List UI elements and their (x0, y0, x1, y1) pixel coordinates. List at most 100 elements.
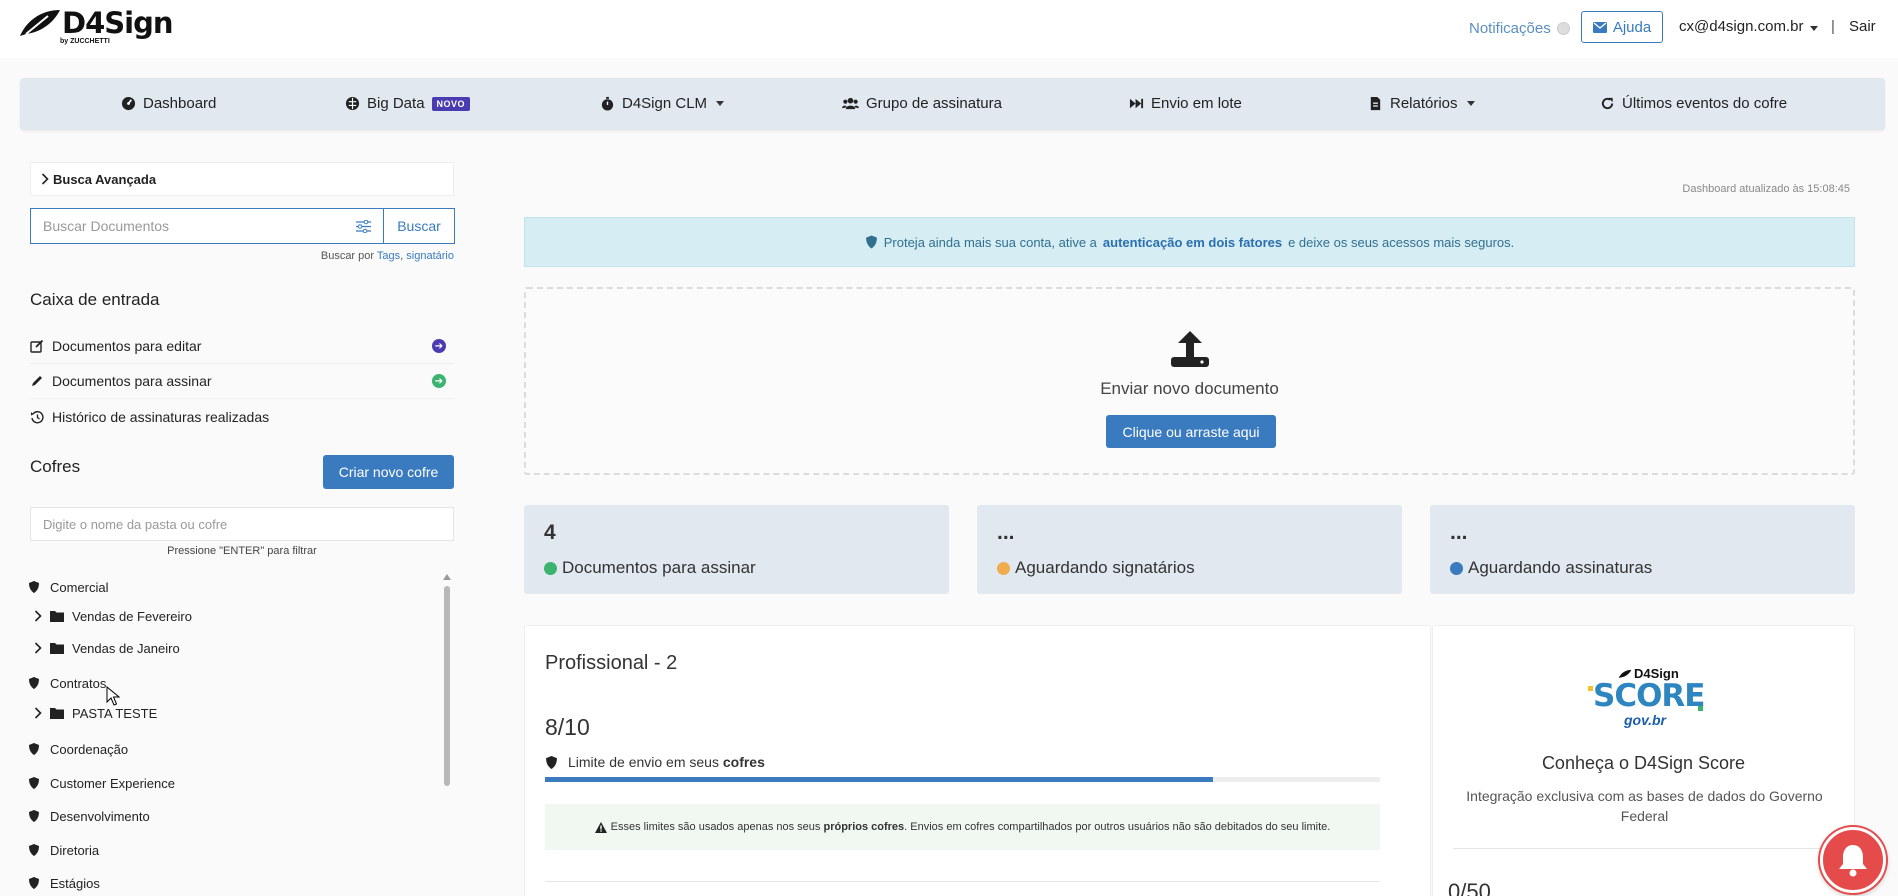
nav-batch-send[interactable]: Envio em lote (1129, 95, 1242, 112)
inbox-item-history[interactable]: Histórico de assinaturas realizadas (30, 399, 454, 434)
score-divider (1453, 848, 1836, 849)
vault-filter-hint: Pressione "ENTER" para filtrar (167, 545, 317, 557)
folder-item-vendas-janeiro[interactable]: Vendas de Janeiro (28, 633, 438, 663)
sliders-icon[interactable] (356, 219, 371, 233)
stat-value: 4 (544, 521, 556, 544)
folder-icon (50, 643, 64, 654)
plan-limit-prefix: Limite de envio em seus (568, 754, 719, 770)
nav-big-data[interactable]: Big Data NOVO (345, 95, 471, 112)
nav-reports[interactable]: Relatórios (1368, 95, 1475, 112)
vault-label: Desenvolvimento (50, 808, 150, 824)
header-separator: | (1831, 18, 1835, 35)
user-menu[interactable]: cx@d4sign.com.br (1679, 18, 1818, 35)
inbox-item-sign[interactable]: Documentos para assinar ➔ (30, 364, 454, 399)
document-search: Buscar Documentos Buscar (30, 208, 455, 244)
nav-dashboard-label: Dashboard (143, 95, 217, 112)
vault-item-contratos[interactable]: Contratos (28, 668, 438, 698)
nav-dashboard[interactable]: Dashboard (121, 95, 216, 112)
notifications-label: Notificações (1469, 20, 1551, 37)
nav-big-data-label: Big Data (367, 95, 425, 112)
brain-icon (345, 96, 360, 111)
vault-item-diretoria[interactable]: Diretoria (28, 835, 438, 865)
scroll-up-arrow-icon[interactable] (443, 574, 451, 580)
nav-signature-group[interactable]: Grupo de assinatura (842, 95, 1002, 112)
vault-label: Comercial (50, 579, 109, 595)
inbox-item-edit[interactable]: Documentos para editar ➔ (30, 329, 454, 364)
leaf-logo-icon (20, 10, 60, 36)
users-icon (842, 97, 859, 110)
logout-link[interactable]: Sair (1849, 18, 1876, 35)
upload-dropzone[interactable]: Enviar novo documento Clique ou arraste … (524, 287, 1855, 475)
vault-list: Comercial Vendas de Fevereiro Vendas de … (28, 572, 438, 896)
dashboard-icon (121, 96, 136, 111)
vault-item-comercial[interactable]: Comercial (28, 572, 438, 602)
plan-card: Profissional - 2 8/10 Limite de envio em… (524, 625, 1431, 896)
stat-label: Aguardando signatários (1015, 558, 1195, 577)
search-by-tags-link[interactable]: Tags (377, 250, 400, 262)
plan-limit-note: Esses limites são usados apenas nos seus… (545, 804, 1380, 850)
vault-item-estagios[interactable]: Estágios (28, 868, 438, 896)
search-button[interactable]: Buscar (383, 208, 455, 244)
vault-item-customer-experience[interactable]: Customer Experience (28, 768, 438, 798)
vault-label: Diretoria (50, 842, 100, 858)
vault-list-scrollbar[interactable] (442, 572, 451, 790)
upload-button[interactable]: Clique ou arraste aqui (1106, 415, 1276, 448)
fast-forward-icon (1129, 98, 1144, 109)
plan-note-prefix: Esses limites são usados apenas nos seus (610, 821, 821, 833)
nav-last-events[interactable]: Últimos eventos do cofre (1600, 95, 1787, 112)
history-icon (31, 410, 44, 423)
vault-item-desenvolvimento[interactable]: Desenvolvimento (28, 801, 438, 831)
plan-limit-bold: cofres (722, 754, 765, 770)
stat-label-row: Aguardando signatários (997, 558, 1195, 578)
inbox-item-label: Documentos para editar (52, 338, 202, 354)
chevron-down-icon (1466, 101, 1475, 106)
vault-filter-input[interactable]: Digite o nome da pasta ou cofre (30, 507, 454, 541)
plan-note-bold: próprios cofres (823, 821, 905, 833)
chevron-down-icon (716, 101, 725, 106)
score-description: Integração exclusiva com as bases de dad… (1466, 788, 1823, 824)
dashboard-updated-text: Dashboard atualizado às 15:08:45 (1682, 183, 1850, 195)
help-button[interactable]: Ajuda (1581, 11, 1663, 43)
search-by-signer-link[interactable]: signatário (406, 250, 454, 262)
nav-last-events-label: Últimos eventos do cofre (1622, 95, 1788, 112)
main-nav: Dashboard Big Data NOVO D4Sign CLM Grupo… (20, 78, 1885, 130)
alert-prefix: Proteja ainda mais sua conta, ative a (883, 234, 1097, 250)
score-usage-count: 0/50 (1448, 879, 1491, 896)
stat-label-row: Aguardando assinaturas (1450, 558, 1652, 578)
vault-item-coordenacao[interactable]: Coordenação (28, 734, 438, 764)
folder-item-vendas-fevereiro[interactable]: Vendas de Fevereiro (28, 601, 438, 631)
nav-reports-label: Relatórios (1390, 95, 1458, 112)
nav-d4sign-clm-label: D4Sign CLM (622, 95, 708, 112)
stat-value: ... (997, 521, 1015, 544)
chevron-right-icon (34, 707, 42, 719)
notifications-link[interactable]: Notificações (1469, 20, 1570, 37)
stat-card-to-sign[interactable]: 4 Documentos para assinar (524, 505, 949, 594)
search-hint-prefix: Buscar por (320, 250, 375, 262)
nav-d4sign-clm[interactable]: D4Sign CLM (600, 95, 725, 112)
plan-divider (545, 881, 1380, 882)
folder-item-pasta-teste[interactable]: PASTA TESTE (28, 698, 438, 728)
create-vault-button[interactable]: Criar novo cofre (323, 455, 454, 489)
plan-title: Profissional - 2 (545, 652, 678, 674)
shield-icon (29, 877, 39, 889)
chevron-down-icon (1809, 26, 1818, 31)
stat-card-awaiting-signers[interactable]: ... Aguardando signatários (977, 505, 1402, 594)
envelope-icon (1592, 21, 1607, 33)
d4sign-logo[interactable]: D4Sign by ZUCCHETTI (18, 8, 173, 45)
chevron-right-icon (34, 642, 42, 654)
chevron-right-icon (34, 610, 42, 622)
inbox-item-label: Histórico de assinaturas realizadas (52, 408, 270, 425)
scrollbar-thumb[interactable] (444, 586, 450, 786)
folder-label: PASTA TESTE (72, 705, 158, 721)
score-logo-gov: gov.br (1624, 712, 1667, 728)
search-input[interactable]: Buscar Documentos (30, 208, 383, 244)
stat-card-awaiting-signatures[interactable]: ... Aguardando assinaturas (1430, 505, 1855, 594)
advanced-search-toggle[interactable]: Busca Avançada (30, 162, 454, 196)
upload-label: Enviar novo documento (1100, 379, 1279, 398)
shield-icon (865, 235, 877, 249)
warning-icon (594, 821, 607, 833)
two-factor-link[interactable]: autenticação em dois fatores (1103, 235, 1282, 250)
notification-bell-button[interactable] (1820, 827, 1886, 893)
two-factor-alert: Proteja ainda mais sua conta, ative a au… (524, 217, 1855, 267)
plan-limit-label: Limite de envio em seus cofres (545, 754, 765, 770)
